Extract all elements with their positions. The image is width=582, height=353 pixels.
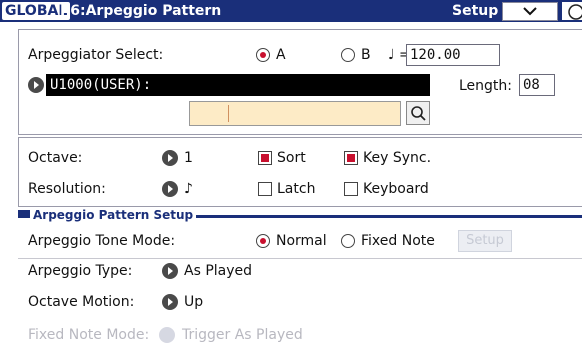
arp-type-label: Arpeggio Type:: [28, 263, 133, 279]
key-sync-label: Key Sync.: [363, 150, 432, 166]
keyboard-checkbox[interactable]: [344, 182, 358, 196]
arp-type-value: As Played: [184, 263, 253, 279]
search-icon: [411, 106, 426, 121]
text-cursor: [228, 105, 229, 122]
octave-value: 1: [184, 150, 193, 166]
fixed-note-setup-button[interactable]: Setup: [458, 230, 512, 252]
arp-b-label: B: [361, 47, 371, 63]
resolution-label: Resolution:: [28, 181, 106, 197]
octave-motion-label: Octave Motion:: [28, 294, 135, 310]
length-field[interactable]: 08: [519, 74, 555, 96]
tempo-field[interactable]: 120.00: [406, 44, 500, 66]
octave-popup-button[interactable]: [162, 150, 178, 166]
latch-checkbox[interactable]: [258, 182, 272, 196]
octave-label: Octave:: [28, 150, 83, 166]
sort-label: Sort: [277, 150, 306, 166]
sort-checkbox[interactable]: [258, 151, 272, 165]
latch-label: Latch: [277, 181, 316, 197]
fixed-note-label: Fixed Note: [361, 233, 435, 249]
normal-radio[interactable]: [256, 234, 270, 248]
octave-motion-popup-button[interactable]: [162, 294, 178, 310]
pattern-select[interactable]: U1000(USER):: [46, 74, 430, 96]
resolution-value: ♪: [184, 181, 193, 197]
resolution-popup-button[interactable]: [162, 181, 178, 197]
setup-label: Setup: [452, 3, 499, 19]
fixed-note-mode-value: Trigger As Played: [182, 327, 303, 343]
page-title: P6:Arpeggio Pattern: [60, 3, 222, 19]
page-menu-button[interactable]: [502, 2, 558, 21]
arp-select-label: Arpeggiator Select:: [28, 47, 164, 63]
chevron-down-icon: [523, 7, 537, 16]
pattern-name-field[interactable]: [189, 101, 401, 126]
normal-label: Normal: [276, 233, 327, 249]
pattern-popup-button[interactable]: [28, 77, 44, 93]
arp-b-radio[interactable]: [341, 48, 355, 62]
section-title: Arpeggio Pattern Setup: [30, 208, 197, 222]
search-button[interactable]: [406, 101, 430, 125]
length-label: Length:: [459, 78, 513, 94]
section-marker: [18, 210, 30, 218]
fixed-note-mode-popup-button[interactable]: [159, 327, 175, 343]
octave-motion-value: Up: [184, 294, 204, 310]
key-sync-checkbox[interactable]: [344, 151, 358, 165]
fixed-note-mode-label: Fixed Note Mode:: [28, 327, 150, 343]
arp-a-label: A: [276, 47, 286, 63]
arp-a-radio[interactable]: [256, 48, 270, 62]
cursor-icon[interactable]: [562, 2, 582, 20]
tone-mode-label: Arpeggio Tone Mode:: [28, 233, 176, 249]
arp-type-popup-button[interactable]: [162, 263, 178, 279]
fixed-note-radio[interactable]: [341, 234, 355, 248]
divider: [18, 258, 582, 259]
pattern-name: U1000(USER):: [50, 77, 152, 93]
keyboard-label: Keyboard: [363, 181, 429, 197]
